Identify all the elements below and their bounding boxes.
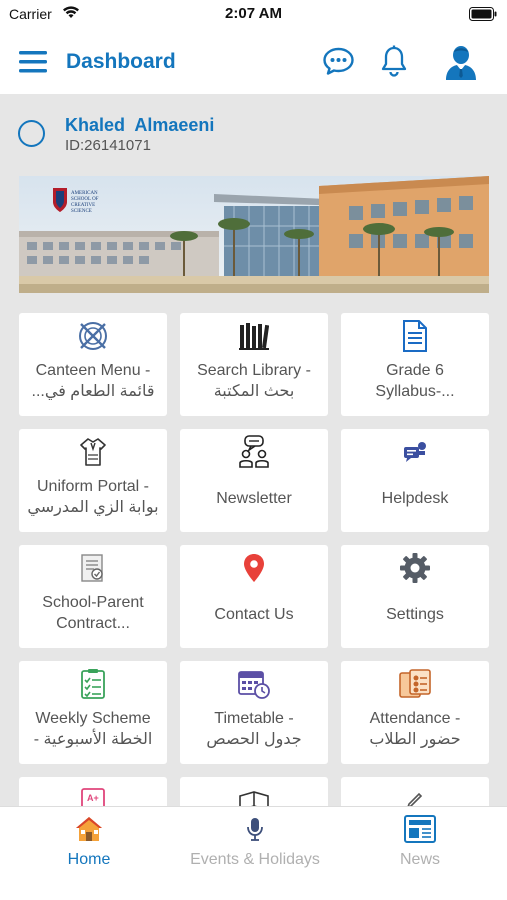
tab-label: News <box>399 851 440 868</box>
tile-label: Search Library - <box>197 362 311 379</box>
helpdesk-icon <box>341 435 489 469</box>
battery-icon <box>469 7 497 26</box>
tile-label: Helpdesk <box>381 490 449 507</box>
uniform-icon <box>19 435 167 469</box>
tile-partial-1[interactable]: A+ <box>19 777 167 806</box>
tile-label: Grade 6 <box>386 362 444 379</box>
library-books-icon <box>180 319 328 353</box>
tab-events-holidays[interactable]: Events & Holidays <box>170 807 340 879</box>
tile-helpdesk[interactable]: Helpdesk <box>341 429 489 532</box>
tile-label: Timetable - <box>214 710 294 727</box>
tile-contact-us[interactable]: Contact Us <box>180 545 328 648</box>
tile-label: Attendance - <box>369 710 461 727</box>
tile-label: Newsletter <box>216 490 292 507</box>
page-title: Dashboard <box>66 50 176 73</box>
newsletter-people-icon <box>180 435 328 469</box>
school-banner-image: AMERICAN SCHOOL OF CREATIVE SCIENCE <box>19 176 489 293</box>
tile-partial-3[interactable] <box>341 777 489 806</box>
notification-bell-icon[interactable] <box>380 45 408 82</box>
tile-label-second: Syllabus-... <box>375 383 455 400</box>
calendar-clock-icon <box>180 667 328 701</box>
newspaper-icon <box>360 813 480 845</box>
tile-partial-2[interactable] <box>180 777 328 806</box>
svg-text:SCIENCE: SCIENCE <box>71 209 92 214</box>
microphone-icon <box>170 813 340 845</box>
hamburger-menu-icon[interactable] <box>19 50 47 74</box>
home-icon <box>20 813 158 845</box>
bottom-tab-bar: Home Events & Holidays News <box>0 806 507 878</box>
app-bar: Dashboard <box>0 30 507 94</box>
user-name: Khaled Almaeeni <box>65 115 215 135</box>
svg-text:CREATIVE: CREATIVE <box>71 203 95 208</box>
status-bar: Carrier 2:07 AM <box>0 0 507 30</box>
tile-search-library[interactable]: Search Library - بحث المكتبة <box>180 313 328 416</box>
tile-label-arabic: جدول الحصص <box>206 731 302 748</box>
contract-icon <box>19 551 167 585</box>
tab-news[interactable]: News <box>360 807 480 879</box>
open-book-icon <box>180 783 328 806</box>
tile-label: Uniform Portal - <box>36 478 150 495</box>
svg-text:A+: A+ <box>87 793 99 803</box>
tile-uniform-portal[interactable]: Uniform Portal - بوابة الزي المدرسي <box>19 429 167 532</box>
tile-newsletter[interactable]: Newsletter <box>180 429 328 532</box>
svg-text:SCHOOL OF: SCHOOL OF <box>71 197 99 202</box>
chat-bubble-icon[interactable] <box>322 46 355 81</box>
tile-label-arabic: بحث المكتبة <box>213 383 295 400</box>
user-profile-icon[interactable] <box>444 43 478 86</box>
pen-icon <box>341 783 489 806</box>
map-pin-icon <box>180 551 328 585</box>
tile-label-second: Contract... <box>56 615 130 632</box>
tab-label: Events & Holidays <box>190 851 320 868</box>
tile-label-arabic: الخطة الأسبوعية - <box>33 731 153 748</box>
tile-weekly-scheme[interactable]: Weekly Scheme الخطة الأسبوعية - <box>19 661 167 764</box>
tile-grade-syllabus[interactable]: Grade 6 Syllabus-... <box>341 313 489 416</box>
tile-settings[interactable]: Settings <box>341 545 489 648</box>
tile-label: Contact Us <box>214 606 294 623</box>
tile-attendance[interactable]: Attendance - حضور الطلاب <box>341 661 489 764</box>
syllabus-document-icon <box>341 319 489 353</box>
user-select-radio[interactable] <box>18 120 45 147</box>
attendance-icon <box>341 667 489 701</box>
tile-label: School-Parent <box>42 594 144 611</box>
tile-timetable[interactable]: Timetable - جدول الحصص <box>180 661 328 764</box>
tile-label: Canteen Menu - <box>35 362 151 379</box>
tile-label: Weekly Scheme <box>35 710 151 727</box>
tile-label-arabic: حضور الطلاب <box>369 731 461 748</box>
gear-icon <box>341 551 489 585</box>
tile-label-arabic: قائمة الطعام في... <box>31 383 155 400</box>
dashboard-content[interactable]: Khaled Almaeeni ID:26141071 AMERICAN SCH… <box>0 94 507 806</box>
tab-label: Home <box>67 851 111 868</box>
tile-canteen-menu[interactable]: Canteen Menu - قائمة الطعام في... <box>19 313 167 416</box>
checklist-icon <box>19 667 167 701</box>
user-id: ID:26141071 <box>65 137 151 154</box>
clock: 2:07 AM <box>225 5 282 22</box>
tile-school-parent-contract[interactable]: School-Parent Contract... <box>19 545 167 648</box>
canteen-icon <box>19 319 167 353</box>
user-header[interactable]: Khaled Almaeeni ID:26141071 <box>0 94 507 168</box>
tab-home[interactable]: Home <box>20 807 158 879</box>
banner-school-name-text: AMERICAN <box>71 191 98 196</box>
tile-label-arabic: بوابة الزي المدرسي <box>27 499 159 516</box>
tile-label: Settings <box>386 606 444 623</box>
grade-report-icon: A+ <box>19 783 167 806</box>
home-indicator-area <box>0 878 507 900</box>
